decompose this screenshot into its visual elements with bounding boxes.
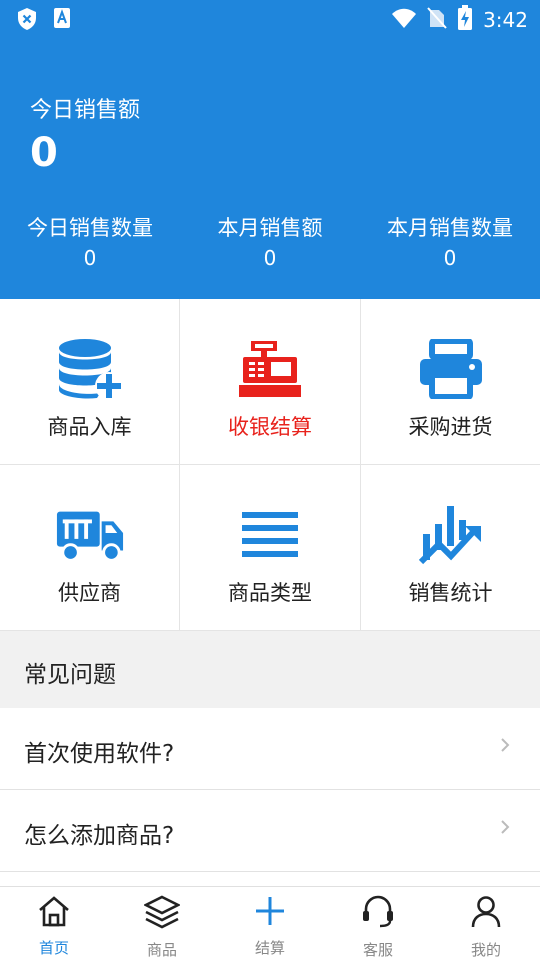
wifi-icon: [391, 7, 417, 33]
stat-today-count: 今日销售数量 0: [0, 212, 180, 270]
sales-stats-row: 今日销售数量 0 本月销售额 0 本月销售数量 0: [0, 212, 540, 270]
nav-label: 商品: [146, 941, 177, 959]
today-sales-value: 0: [30, 130, 58, 176]
plus-icon: [254, 895, 286, 931]
chart-trend-icon: [416, 503, 486, 567]
list-lines-icon: [235, 503, 305, 567]
faq-item-add-product[interactable]: 怎么添加商品?: [0, 790, 540, 872]
nav-label: 首页: [38, 939, 69, 957]
faq-item-first-use[interactable]: 首次使用软件?: [0, 708, 540, 790]
status-bar: 3:42: [0, 0, 540, 36]
headset-icon: [361, 895, 395, 933]
sales-summary-header: 3:42 今日销售额 0 今日销售数量 0 本月销售额 0 本月销售数量 0: [0, 0, 540, 299]
nav-item-profile[interactable]: 我的: [432, 887, 540, 960]
cash-register-icon: [235, 337, 305, 401]
database-plus-icon: [55, 337, 125, 401]
home-icon: [37, 895, 71, 931]
grid-item-sales-stats[interactable]: 销售统计: [361, 465, 540, 631]
translate-app-icon: [52, 7, 72, 35]
chevron-right-icon: [500, 736, 510, 758]
grid-item-stock-in[interactable]: 商品入库: [0, 299, 180, 465]
stat-month-sales: 本月销售额 0: [180, 212, 360, 270]
stat-label: 本月销售数量: [387, 216, 513, 240]
grid-item-supplier[interactable]: 供应商: [0, 465, 180, 631]
bottom-nav: 首页 商品 结算 客服 我的: [0, 886, 540, 960]
grid-item-purchase[interactable]: 采购进货: [361, 299, 540, 465]
nav-item-service[interactable]: 客服: [324, 887, 432, 960]
no-sim-icon: [427, 6, 447, 34]
grid-item-label: 商品入库: [47, 415, 132, 439]
user-icon: [470, 895, 502, 933]
stat-value: 0: [443, 246, 457, 270]
today-sales-label: 今日销售额: [30, 98, 141, 123]
faq-section-header: 常见问题: [0, 631, 540, 708]
nav-item-products[interactable]: 商品: [108, 887, 216, 960]
chevron-right-icon: [500, 818, 510, 840]
shield-icon: [16, 7, 38, 35]
nav-label: 客服: [362, 941, 393, 959]
faq-question: 怎么添加商品?: [24, 823, 175, 849]
faq-title: 常见问题: [24, 662, 116, 688]
battery-icon: [457, 5, 473, 35]
nav-label: 结算: [254, 939, 285, 957]
grid-item-checkout[interactable]: 收银结算: [180, 299, 361, 465]
printer-icon: [416, 337, 486, 401]
grid-item-label: 商品类型: [228, 581, 312, 605]
grid-item-label: 收银结算: [228, 415, 312, 439]
nav-item-checkout[interactable]: 结算: [216, 887, 324, 960]
grid-item-label: 采购进货: [408, 415, 493, 439]
nav-label: 我的: [470, 941, 501, 959]
grid-item-label: 销售统计: [408, 581, 493, 605]
faq-question: 首次使用软件?: [24, 741, 175, 767]
status-time: 3:42: [483, 8, 528, 32]
stat-value: 0: [83, 246, 97, 270]
grid-item-label: 供应商: [58, 581, 121, 605]
stat-value: 0: [263, 246, 277, 270]
stat-month-count: 本月销售数量 0: [360, 212, 540, 270]
stat-label: 今日销售数量: [27, 216, 153, 240]
nav-item-home[interactable]: 首页: [0, 887, 108, 960]
grid-item-category[interactable]: 商品类型: [180, 465, 361, 631]
truck-icon: [55, 503, 125, 567]
layers-icon: [143, 895, 181, 933]
stat-label: 本月销售额: [217, 216, 323, 240]
function-grid: 商品入库 收银结算 采购进货 供应商 商品类型 销售统计: [0, 299, 540, 631]
